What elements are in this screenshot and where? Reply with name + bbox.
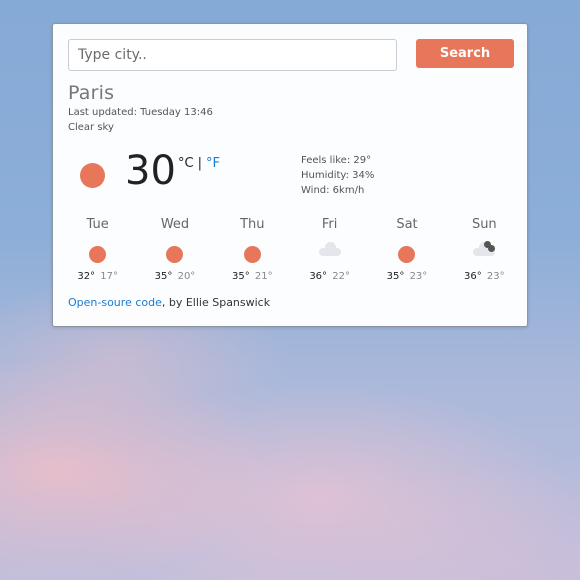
sun-icon xyxy=(243,246,261,263)
forecast-day: Thu 35° 21° xyxy=(214,217,291,282)
forecast: Tue 32° 17° Wed 35° 20° Thu 35° 21° Fri … xyxy=(59,217,523,282)
forecast-temps: 36° 22° xyxy=(291,271,368,282)
forecast-day: Tue 32° 17° xyxy=(59,217,136,282)
forecast-min: 23° xyxy=(409,271,428,282)
forecast-min: 17° xyxy=(100,271,118,282)
feels-like: Feels like: 29° xyxy=(301,155,372,166)
forecast-max: 35° xyxy=(231,271,250,282)
forecast-day-name: Fri xyxy=(321,217,338,232)
wind: Wind: 6km/h xyxy=(301,185,365,196)
forecast-max: 32° xyxy=(77,271,96,282)
last-updated: Last updated: Tuesday 13:46 xyxy=(68,107,213,118)
humidity: Humidity: 34% xyxy=(301,170,375,181)
forecast-max: 35° xyxy=(386,271,405,282)
forecast-temps: 36° 23° xyxy=(446,271,523,282)
forecast-day-name: Sat xyxy=(396,217,418,232)
open-source-code-link[interactable]: Open-soure code xyxy=(68,296,162,309)
forecast-day-name: Thu xyxy=(240,217,265,232)
cloud-rain-icon xyxy=(473,241,496,256)
forecast-day-name: Tue xyxy=(86,217,109,232)
forecast-day-name: Sun xyxy=(471,217,497,232)
forecast-min: 22° xyxy=(332,271,350,282)
celsius-unit: °C xyxy=(178,156,194,171)
city-search-input[interactable] xyxy=(68,39,397,71)
forecast-day: Wed 35° 20° xyxy=(136,217,213,282)
forecast-day: Fri 36° 22° xyxy=(291,217,368,282)
footer: Open-soure code, by Ellie Spanswick xyxy=(68,296,270,309)
fahrenheit-link[interactable]: °F xyxy=(206,156,220,171)
forecast-min: 23° xyxy=(486,271,505,282)
forecast-day: Sun 36° 23° xyxy=(446,217,523,282)
forecast-min: 20° xyxy=(177,271,196,282)
forecast-max: 36° xyxy=(463,271,482,282)
weather-description: Clear sky xyxy=(68,122,114,133)
author-credit: , by Ellie Spanswick xyxy=(161,296,271,309)
sun-icon xyxy=(166,246,184,263)
city-name: Paris xyxy=(68,82,115,104)
weather-card: Search Paris Last updated: Tuesday 13:46… xyxy=(52,23,528,327)
forecast-day-name: Wed xyxy=(160,217,190,232)
sun-icon xyxy=(89,246,107,263)
sun-icon xyxy=(80,163,105,188)
forecast-temps: 35° 20° xyxy=(136,271,213,282)
forecast-max: 35° xyxy=(154,271,173,282)
weather-details: Feels like: 29° Humidity: 34% Wind: 6km/… xyxy=(301,153,374,198)
forecast-max: 36° xyxy=(309,271,328,282)
search-button[interactable]: Search xyxy=(416,39,514,68)
forecast-temps: 32° 17° xyxy=(59,271,136,282)
current-temperature: 30 xyxy=(125,148,176,194)
forecast-day: Sat 35° 23° xyxy=(368,217,445,282)
forecast-min: 21° xyxy=(254,271,273,282)
sun-icon xyxy=(398,246,416,263)
unit-separator: | xyxy=(197,156,202,171)
forecast-temps: 35° 23° xyxy=(368,271,445,282)
cloud-icon xyxy=(318,242,341,256)
forecast-temps: 35° 21° xyxy=(214,271,291,282)
unit-toggle: °C | °F xyxy=(178,156,220,171)
